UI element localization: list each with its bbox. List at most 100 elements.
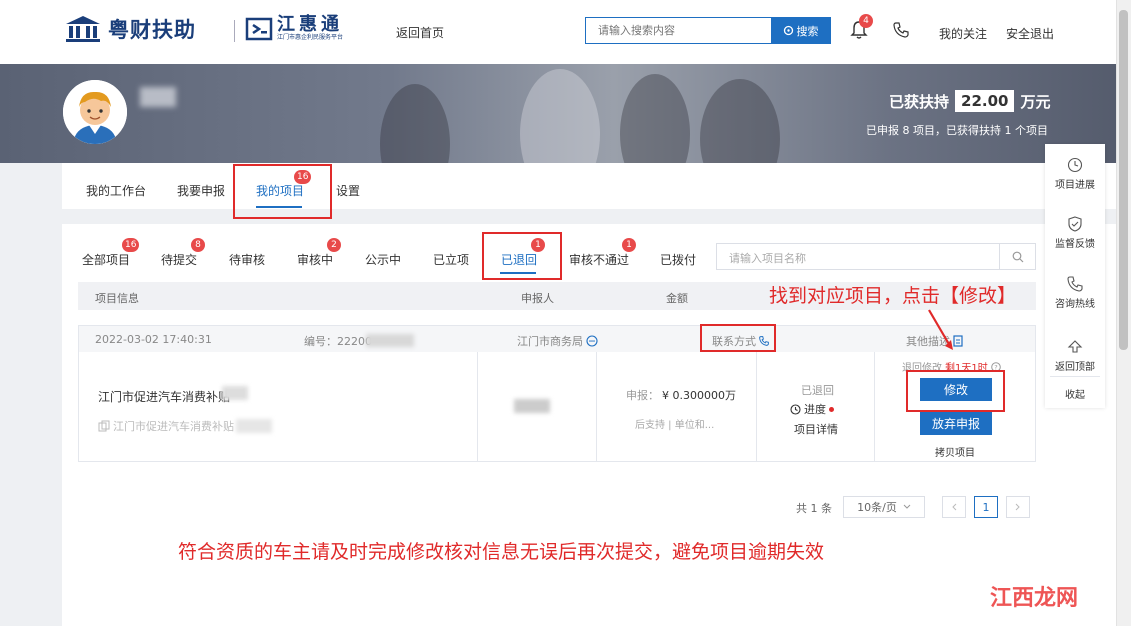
support-type: 后支持 | 单位和... <box>635 420 715 431</box>
highlight-edit-button <box>906 370 1005 412</box>
clock-icon <box>1067 157 1083 173</box>
avatar[interactable] <box>63 80 127 144</box>
subtitle-redacted <box>236 419 272 433</box>
search-box: 搜索 <box>585 17 831 44</box>
side-item-progress[interactable]: 项目进展 <box>1045 157 1105 191</box>
status-tab-all[interactable]: 全部项目 <box>82 251 130 268</box>
scrollbar-thumb[interactable] <box>1119 10 1128 350</box>
status-badge-pending-submit: 8 <box>191 238 205 252</box>
status-tab-pending-submit[interactable]: 待提交 <box>161 251 197 268</box>
profile-banner <box>0 64 1116 163</box>
copy-project-link[interactable]: 拷贝项目 <box>935 444 975 459</box>
avatar-image-icon <box>63 80 127 144</box>
username-redacted <box>140 87 176 107</box>
search-button-label: 搜索 <box>796 24 819 38</box>
highlight-contact <box>700 324 776 352</box>
bureau-label: 江门市商务局 <box>517 335 583 348</box>
jianghuitong-logo-icon <box>245 17 273 41</box>
side-label-back-top: 返回顶部 <box>1055 362 1095 373</box>
side-collapse-button[interactable]: 收起 <box>1045 386 1105 401</box>
status-tab-rejected[interactable]: 审核不通过 <box>569 251 629 268</box>
phone-icon <box>893 22 909 38</box>
side-divider <box>1050 376 1100 377</box>
status-badge-reviewing: 2 <box>327 238 341 252</box>
search-button[interactable]: 搜索 <box>771 18 830 43</box>
progress-dot <box>829 406 834 412</box>
project-subtitle: 江门市促进汽车消费补贴 <box>98 418 234 434</box>
highlight-returned-tab <box>482 232 562 280</box>
chat-icon[interactable] <box>586 335 598 347</box>
annotation-find-edit: 找到对应项目，点击【修改】 <box>769 285 1017 307</box>
logout-link[interactable]: 安全退出 <box>1006 25 1054 42</box>
search-icon <box>1012 251 1023 262</box>
project-title[interactable]: 江门市促进汽车消费补贴 <box>98 388 230 405</box>
tab-settings[interactable]: 设置 <box>336 182 360 199</box>
per-page-select[interactable]: 10条/页 <box>843 496 925 518</box>
status-tab-approved[interactable]: 已立项 <box>433 251 469 268</box>
status-tab-pending-review[interactable]: 待审核 <box>229 251 265 268</box>
col-divider <box>596 352 597 461</box>
logo2-subtitle: 江门市惠企利民服务平台 <box>277 34 344 41</box>
project-search-button[interactable] <box>999 244 1035 269</box>
prev-page-button[interactable] <box>942 496 966 518</box>
record-status: 已退回 <box>801 384 834 397</box>
logo-text: 粤财扶助 <box>108 18 196 42</box>
phone-icon <box>1067 276 1083 292</box>
status-tab-paid[interactable]: 已拨付 <box>660 251 696 268</box>
project-detail-link[interactable]: 项目详情 <box>794 421 838 437</box>
logo-yuecai[interactable]: 粤财扶助 <box>64 14 196 44</box>
apply-amount: ¥ 0.300000万 <box>662 389 736 402</box>
search-icon <box>783 25 793 36</box>
chevron-left-icon <box>952 503 957 511</box>
title-redacted <box>222 386 248 400</box>
shield-icon <box>1068 216 1082 232</box>
side-label-progress: 项目进展 <box>1055 180 1095 191</box>
record-number: 编号：22200 <box>304 335 372 348</box>
applicant-redacted <box>514 399 550 413</box>
search-input[interactable] <box>586 18 771 43</box>
side-item-hotline[interactable]: 咨询热线 <box>1045 276 1105 310</box>
support-label: 已获扶持 <box>889 92 950 111</box>
logo-jianghuitong[interactable]: 江惠通 江门市惠企利民服务平台 <box>245 16 343 42</box>
annotation-bottom-tip: 符合资质的车主请及时完成修改核对信息无误后再次提交，避免项目逾期失效 <box>178 541 825 563</box>
logo-divider <box>234 20 235 42</box>
progress-link[interactable]: 进度 <box>790 401 834 417</box>
phone-button[interactable] <box>893 22 909 41</box>
logo2-title: 江惠通 <box>277 14 343 35</box>
bank-logo-icon <box>66 16 100 42</box>
col-divider <box>477 352 478 461</box>
status-badge-all: 16 <box>122 238 140 252</box>
status-tab-reviewing[interactable]: 审核中 <box>297 251 333 268</box>
tab-apply[interactable]: 我要申报 <box>177 182 225 199</box>
per-page-label: 10条/页 <box>857 501 897 514</box>
project-search-input[interactable]: 请输入项目名称 <box>716 243 1036 270</box>
notification-bell[interactable]: 4 <box>850 14 873 43</box>
record-bureau: 江门市商务局 <box>517 333 598 349</box>
give-up-button[interactable]: 放弃申报 <box>920 412 992 435</box>
col-divider <box>756 352 757 461</box>
clock-icon <box>790 403 801 415</box>
annotation-arrow-icon <box>928 309 953 350</box>
th-amount: 金额 <box>666 292 688 305</box>
next-page-button[interactable] <box>1006 496 1030 518</box>
chevron-right-icon <box>1015 503 1020 511</box>
support-summary: 已申报 8 项目，已获得扶持 1 个项目 <box>866 124 1048 137</box>
th-info: 项目信息 <box>95 292 139 305</box>
arrow-up-icon <box>1067 340 1083 353</box>
back-home-link[interactable]: 返回首页 <box>396 24 444 41</box>
copy-icon <box>98 420 110 432</box>
side-label-hotline: 咨询热线 <box>1055 299 1095 310</box>
side-item-back-top[interactable]: 返回顶部 <box>1045 339 1105 373</box>
tab-workbench[interactable]: 我的工作台 <box>86 182 146 199</box>
my-follow-link[interactable]: 我的关注 <box>939 25 987 42</box>
highlight-my-projects <box>233 164 332 219</box>
support-amount: 22.00 <box>955 90 1015 112</box>
col-divider <box>874 352 875 461</box>
support-unit: 万元 <box>1020 92 1051 111</box>
status-tab-publicity[interactable]: 公示中 <box>365 251 401 268</box>
bell-badge: 4 <box>859 14 873 28</box>
status-badge-rejected: 1 <box>622 238 636 252</box>
side-item-feedback[interactable]: 监督反馈 <box>1045 216 1105 250</box>
page-button-current[interactable]: 1 <box>974 496 998 518</box>
record-datetime: 2022-03-02 17:40:31 <box>95 333 212 346</box>
